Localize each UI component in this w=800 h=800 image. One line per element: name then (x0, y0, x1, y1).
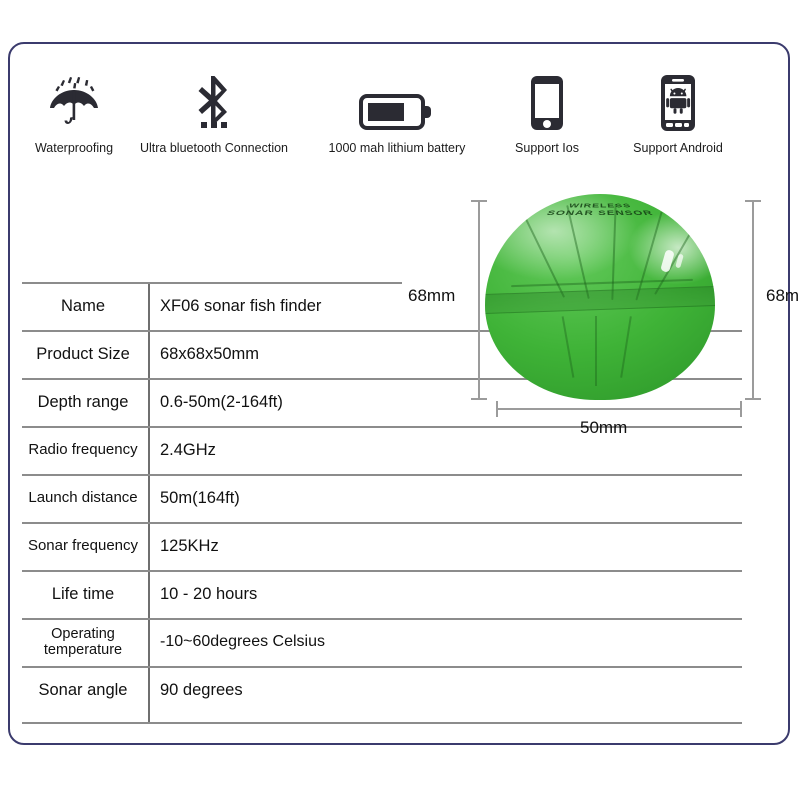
device-brand-text: WIRELESS SONAR SENSOR (485, 203, 715, 218)
spec-label: Sonar frequency (27, 536, 139, 554)
feature-icon-row: Waterproofing Ultra bluetooth Connection (8, 72, 778, 182)
feature-battery: 1000 mah lithium battery (308, 72, 486, 155)
spec-label-line1: Operating (51, 625, 115, 642)
battery-icon (308, 72, 486, 134)
table-row: Operating temperature -10~60degrees Cels… (22, 618, 742, 666)
spec-label: Sonar angle (38, 680, 128, 699)
spec-label: Operating temperature (22, 626, 148, 658)
row-separator (22, 666, 742, 668)
row-separator (22, 522, 742, 524)
spec-value: -10~60degrees Celsius (160, 633, 325, 650)
product-spec-sheet: Waterproofing Ultra bluetooth Connection (0, 0, 800, 800)
spec-label: Life time (51, 584, 115, 603)
table-row: Life time 10 - 20 hours (22, 570, 742, 618)
row-separator (22, 570, 742, 572)
dimension-line-height-left (471, 200, 487, 400)
product-image-area: WIRELESS SONAR SENSOR 68mm 68mm 50mm (408, 186, 800, 437)
bluetooth-icon (136, 72, 292, 134)
table-row: Launch distance 50m(164ft) (22, 474, 742, 522)
umbrella-rain-icon (8, 72, 140, 134)
feature-waterproofing: Waterproofing (8, 72, 140, 155)
device-seam (620, 316, 632, 378)
feature-label: Support Android (633, 141, 723, 155)
feature-support-ios: Support Ios (491, 72, 603, 155)
device-equator-band (485, 285, 715, 315)
device-seam (511, 278, 693, 288)
dimension-label-height-right: 68mm (766, 286, 800, 305)
spec-label: Product Size (36, 344, 130, 363)
android-phone-icon (611, 72, 745, 134)
spec-label: Depth range (37, 392, 129, 411)
row-separator (22, 618, 742, 620)
spec-value: 50m(164ft) (160, 488, 240, 507)
row-separator (22, 282, 402, 284)
device-rib (654, 221, 698, 295)
iphone-icon (491, 72, 603, 134)
spec-value: 125KHz (160, 536, 219, 555)
dimension-line-height-right (745, 200, 761, 400)
feature-support-android: Support Android (611, 72, 745, 155)
spec-label: Radio frequency (28, 440, 138, 458)
table-row: Sonar frequency 125KHz (22, 522, 742, 570)
brand-line-2: SONAR SENSOR (544, 209, 656, 217)
spec-label: Launch distance (28, 488, 138, 506)
spec-value: 10 - 20 hours (160, 584, 258, 603)
dimension-line-width-bottom (496, 401, 742, 417)
device-seam (595, 316, 597, 386)
dimension-label-height-left: 68mm (408, 286, 456, 305)
device-body: WIRELESS SONAR SENSOR (485, 194, 715, 400)
row-separator (22, 474, 742, 476)
feature-bluetooth: Ultra bluetooth Connection (136, 72, 292, 155)
spec-value: 2.4GHz (160, 440, 216, 459)
feature-label: Waterproofing (34, 141, 114, 155)
spec-label: Name (60, 296, 105, 315)
brand-line-1: WIRELESS (567, 203, 633, 209)
feature-label: Support Ios (515, 141, 579, 155)
spec-label-line2: temperature (43, 642, 123, 658)
feature-label: 1000 mah lithium battery (328, 141, 466, 155)
feature-label: Ultra bluetooth Connection (139, 141, 288, 155)
spec-value: 90 degrees (160, 680, 243, 699)
dimension-label-width-bottom: 50mm (580, 418, 628, 437)
device-seam (561, 316, 575, 378)
device-rib (611, 203, 617, 301)
row-separator (22, 722, 742, 724)
sonar-sensor-product-image: WIRELESS SONAR SENSOR (485, 194, 715, 400)
table-row: Sonar angle 90 degrees (22, 666, 742, 714)
